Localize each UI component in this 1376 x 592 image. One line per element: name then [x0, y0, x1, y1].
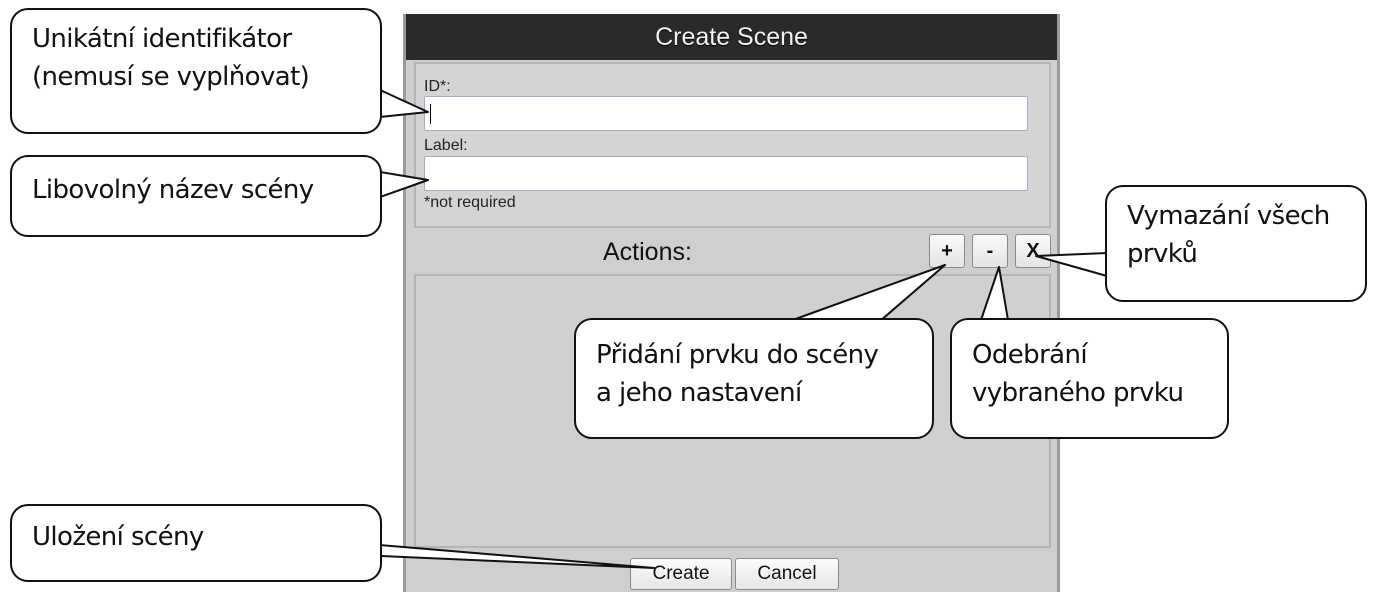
save-callout: Uložení scény: [10, 504, 382, 582]
add-action-button[interactable]: +: [929, 234, 965, 268]
clear-actions-button[interactable]: X: [1015, 234, 1051, 268]
clear-callout-line2: prvků: [1127, 239, 1198, 269]
remove-action-button[interactable]: -: [972, 234, 1008, 268]
label-label: Label:: [424, 137, 468, 154]
remove-callout-line2: vybraného prvku: [972, 378, 1184, 408]
remove-callout-line1: Odebrání: [972, 340, 1088, 370]
remove-callout: Odebrání vybraného prvku: [950, 318, 1229, 439]
id-callout-line1: Unikátní identifikátor: [32, 24, 292, 54]
text-caret: [430, 104, 431, 124]
scene-properties-panel: ID*: Label: *not required: [414, 62, 1051, 228]
dialog-title: Create Scene: [406, 14, 1057, 60]
add-callout: Přidání prvku do scény a jeho nastavení: [574, 318, 934, 439]
add-callout-line1: Přidání prvku do scény: [596, 340, 879, 370]
id-callout-line2: (nemusí se vyplňovat): [32, 62, 310, 92]
save-callout-text: Uložení scény: [32, 522, 204, 552]
id-label: ID*:: [424, 78, 451, 95]
clear-callout-line1: Vymazání všech: [1127, 201, 1330, 231]
id-input[interactable]: [424, 96, 1028, 131]
actions-label: Actions:: [603, 238, 692, 266]
create-button[interactable]: Create: [630, 558, 732, 590]
cancel-button[interactable]: Cancel: [735, 558, 839, 590]
clear-callout: Vymazání všech prvků: [1105, 185, 1367, 302]
label-callout-text: Libovolný název scény: [32, 175, 314, 205]
not-required-note: *not required: [424, 194, 516, 211]
id-callout: Unikátní identifikátor (nemusí se vyplňo…: [10, 8, 382, 134]
label-callout: Libovolný název scény: [10, 155, 382, 237]
create-scene-dialog: Create Scene ID*: Label: *not required A…: [403, 14, 1060, 592]
add-callout-line2: a jeho nastavení: [596, 378, 802, 408]
label-input[interactable]: [424, 156, 1028, 191]
